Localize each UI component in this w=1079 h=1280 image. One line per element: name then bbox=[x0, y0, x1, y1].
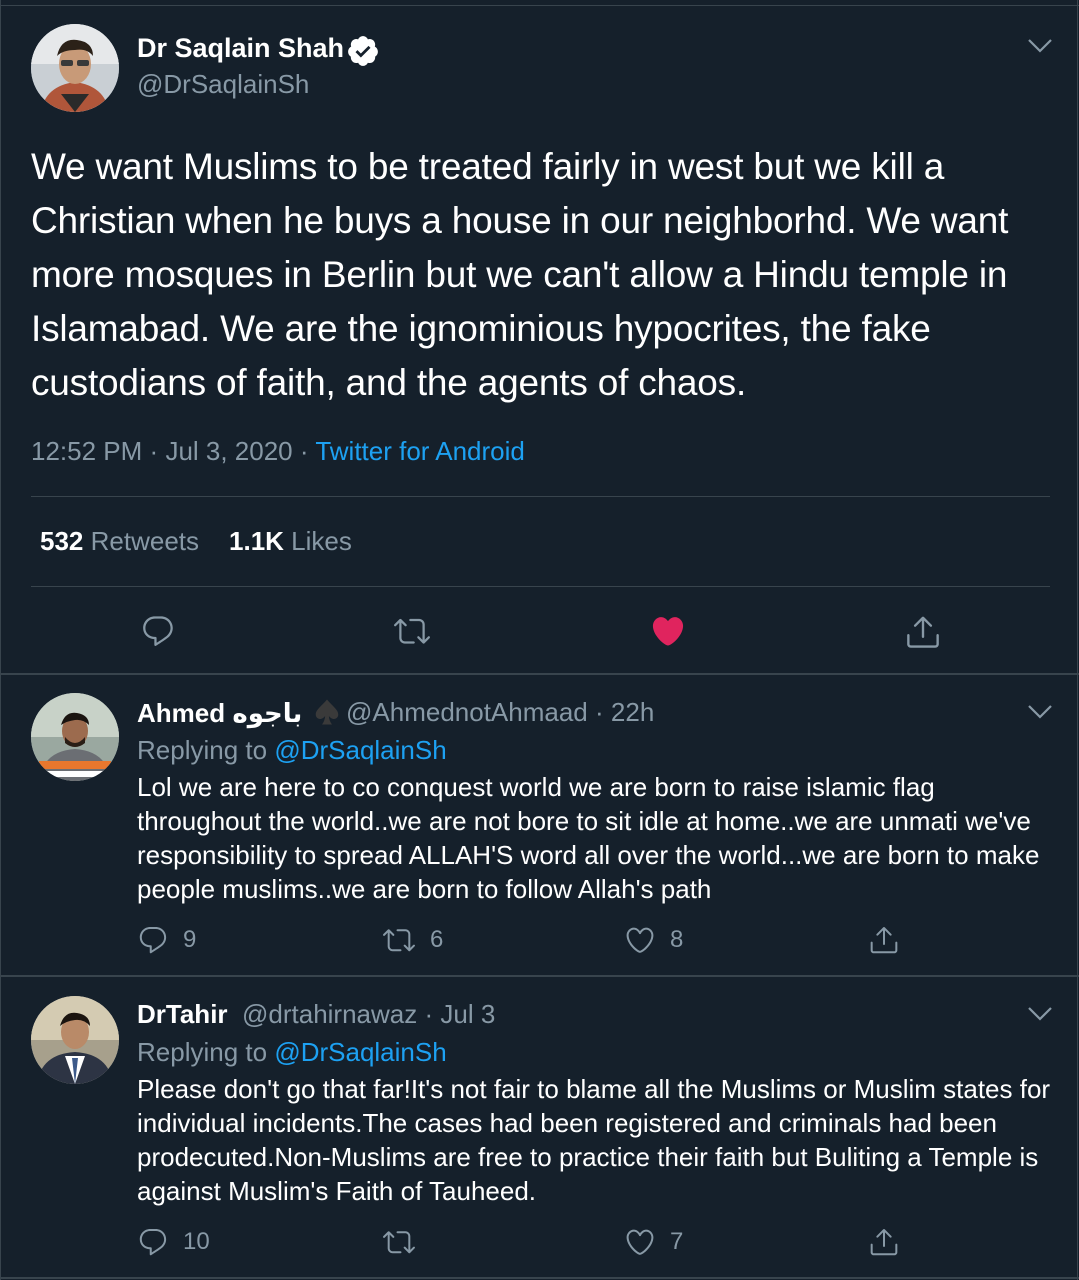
spade-emoji-icon bbox=[315, 699, 338, 725]
meta-separator: · bbox=[424, 999, 434, 1029]
author-handle[interactable]: @DrSaqlainSh bbox=[137, 69, 309, 100]
reply-icon bbox=[143, 616, 173, 646]
tweet-separator bbox=[0, 673, 1079, 675]
engagement-stats: 532 Retweets 1.1K Likes bbox=[40, 526, 352, 557]
retweet-icon bbox=[383, 929, 415, 952]
share-button[interactable] bbox=[868, 924, 900, 956]
reply-count: 10 bbox=[183, 1228, 210, 1255]
like-button[interactable] bbox=[649, 613, 687, 649]
replying-to: Replying to @DrSaqlainSh bbox=[137, 1037, 447, 1068]
like-button[interactable]: 7 bbox=[624, 1226, 683, 1258]
replying-to: Replying to @DrSaqlainSh bbox=[137, 735, 447, 766]
like-button[interactable]: 8 bbox=[624, 924, 683, 956]
share-button[interactable] bbox=[904, 613, 942, 651]
avatar[interactable] bbox=[31, 24, 119, 112]
retweets-stat[interactable]: 532 Retweets bbox=[40, 526, 199, 556]
chevron-down-icon[interactable] bbox=[1027, 1006, 1053, 1022]
tweet-time[interactable]: 12:52 PM bbox=[31, 436, 142, 466]
author-handle[interactable]: @drtahirnawaz bbox=[242, 999, 417, 1029]
retweets-label: Retweets bbox=[90, 526, 200, 556]
tweet-separator bbox=[0, 975, 1079, 977]
reply-count: 9 bbox=[183, 926, 197, 953]
author-name[interactable]: DrTahir bbox=[137, 999, 228, 1030]
reply-icon bbox=[139, 1228, 167, 1256]
heart-outline-icon bbox=[626, 927, 654, 953]
retweet-button[interactable] bbox=[382, 1226, 430, 1258]
author-name[interactable]: Dr Saqlain Shah bbox=[137, 33, 344, 64]
reply-meta: @drtahirnawaz · Jul 3 bbox=[242, 999, 495, 1030]
reply-button[interactable]: 10 bbox=[137, 1226, 210, 1258]
reply-text: Lol we are here to co conquest world we … bbox=[137, 772, 1040, 904]
avatar[interactable] bbox=[31, 693, 119, 781]
reply-time[interactable]: Jul 3 bbox=[440, 999, 495, 1029]
avatar[interactable] bbox=[31, 996, 119, 1084]
likes-stat[interactable]: 1.1K Likes bbox=[229, 526, 352, 556]
author-name[interactable]: Ahmed باجوه bbox=[137, 697, 344, 729]
reply-button[interactable]: 9 bbox=[137, 924, 196, 956]
mention-link[interactable]: @DrSaqlainSh bbox=[274, 735, 446, 765]
retweet-icon bbox=[383, 1231, 415, 1254]
author-name-text: Ahmed باجوه bbox=[137, 698, 303, 728]
retweet-icon bbox=[394, 618, 430, 644]
reply-meta: @AhmednotAhmaad · 22h bbox=[346, 697, 654, 728]
reply-time[interactable]: 22h bbox=[611, 697, 654, 727]
likes-label: Likes bbox=[291, 526, 352, 556]
reply-text: Please don't go that far!It's not fair t… bbox=[137, 1074, 1051, 1206]
verified-badge-icon bbox=[348, 36, 378, 66]
mention-link[interactable]: @DrSaqlainSh bbox=[274, 1037, 446, 1067]
main-tweet: Dr Saqlain Shah @DrSaqlainSh We want Mus… bbox=[0, 0, 1079, 675]
heart-outline-icon bbox=[626, 1229, 654, 1255]
divider bbox=[31, 496, 1050, 497]
tweet-date[interactable]: Jul 3, 2020 bbox=[165, 436, 292, 466]
likes-count: 1.1K bbox=[229, 526, 284, 556]
meta-separator: · bbox=[299, 436, 309, 466]
share-icon bbox=[907, 616, 939, 648]
bottom-separator bbox=[0, 1277, 1079, 1279]
heart-icon bbox=[652, 617, 684, 646]
retweet-button[interactable]: 6 bbox=[382, 924, 443, 956]
replying-label: Replying to bbox=[137, 1037, 268, 1067]
retweet-count: 6 bbox=[430, 926, 444, 953]
reply-button[interactable] bbox=[139, 613, 177, 649]
tweet-metadata: 12:52 PM · Jul 3, 2020 · Twitter for And… bbox=[31, 436, 525, 467]
divider bbox=[31, 586, 1050, 587]
share-icon bbox=[870, 927, 898, 954]
chevron-down-icon[interactable] bbox=[1027, 38, 1053, 54]
meta-separator: · bbox=[149, 436, 159, 466]
like-count: 8 bbox=[670, 926, 684, 953]
chevron-down-icon[interactable] bbox=[1027, 704, 1053, 720]
share-icon bbox=[870, 1229, 898, 1256]
like-count: 7 bbox=[670, 1228, 684, 1255]
tweet-text: We want Muslims to be treated fairly in … bbox=[31, 146, 1009, 403]
retweets-count: 532 bbox=[40, 526, 84, 556]
retweet-button[interactable] bbox=[392, 613, 432, 649]
replying-label: Replying to bbox=[137, 735, 268, 765]
tweet-source-link[interactable]: Twitter for Android bbox=[315, 436, 525, 466]
share-button[interactable] bbox=[868, 1226, 900, 1258]
reply-icon bbox=[139, 926, 167, 954]
author-handle[interactable]: @AhmednotAhmaad bbox=[346, 697, 588, 727]
meta-separator: · bbox=[595, 697, 604, 727]
